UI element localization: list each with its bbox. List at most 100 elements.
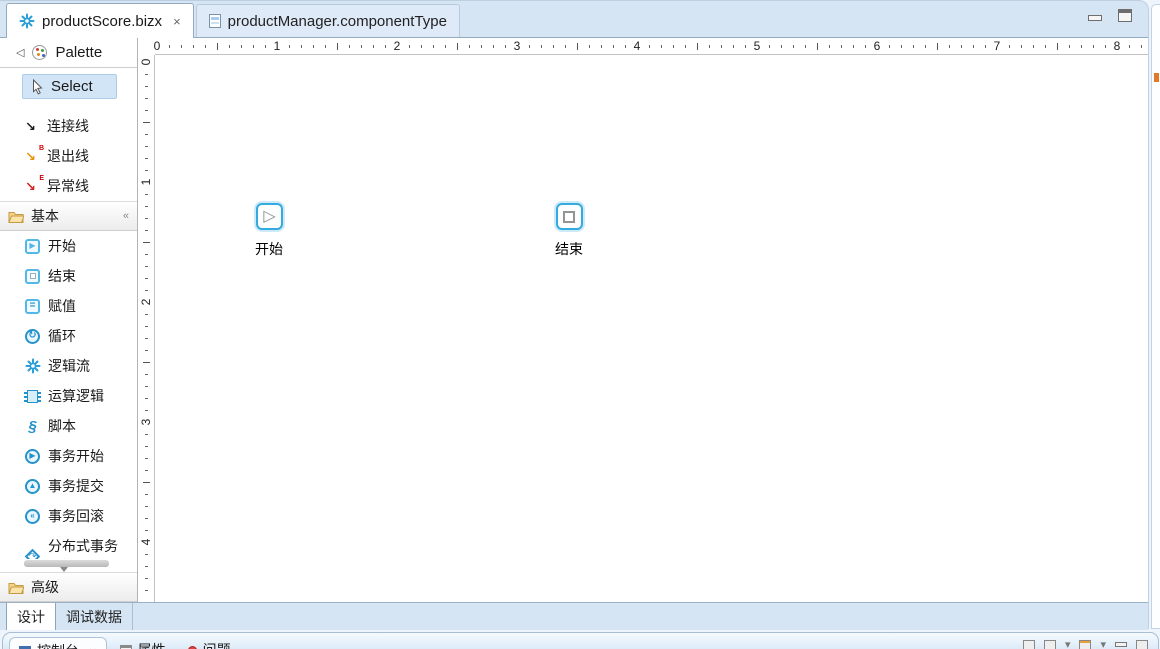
- palette-tool-connection[interactable]: ↘ 连接线: [0, 111, 137, 141]
- item-label: 分布式事务开始: [48, 538, 118, 559]
- select-label: Select: [51, 78, 93, 95]
- editor-window: productScore.bizx × productManager.compo…: [0, 0, 1149, 630]
- dtx-start-icon: ↷: [24, 548, 41, 559]
- ruler-number: 1: [139, 175, 153, 189]
- editor-tabbar: productScore.bizx × productManager.compo…: [0, 1, 1148, 38]
- tab-label: 设计: [17, 608, 45, 625]
- ruler-number: 3: [511, 39, 523, 54]
- item-label: 事务开始: [48, 448, 104, 464]
- palette-group-advanced[interactable]: 高级: [0, 572, 137, 602]
- tool-label: 异常线: [47, 178, 89, 194]
- tab-label: productManager.componentType: [227, 12, 447, 30]
- palette-item-logicflow[interactable]: 逻辑流: [0, 351, 137, 381]
- item-label: 循环: [48, 328, 76, 344]
- pin-console-icon[interactable]: [1022, 639, 1035, 649]
- vertical-ruler[interactable]: 0 1 2 3 4: [138, 55, 155, 602]
- palette-tool-exit-line[interactable]: ↘ B 退出线: [0, 141, 137, 171]
- palette-item-tx-start[interactable]: ▶ 事务开始: [0, 441, 137, 471]
- logicflow-icon: [24, 358, 41, 375]
- end-node-icon: [555, 203, 583, 230]
- tx-commit-icon: ▲: [24, 478, 41, 495]
- node-end[interactable]: 结束: [529, 203, 609, 259]
- tab-productscore[interactable]: productScore.bizx ×: [6, 3, 194, 38]
- cursor-icon: [33, 78, 43, 94]
- palette-item-tx-commit[interactable]: ▲ 事务提交: [0, 471, 137, 501]
- ruler-number: 8: [1111, 39, 1123, 54]
- item-label: 逻辑流: [48, 358, 90, 374]
- ruler-number: 0: [139, 55, 153, 69]
- palette-item-tx-rollback[interactable]: « 事务回滚: [0, 501, 137, 531]
- palette-tool-exception-line[interactable]: ↘ E 异常线: [0, 171, 137, 201]
- ruler-number: 4: [139, 535, 153, 549]
- tab-design[interactable]: 设计: [6, 603, 56, 630]
- tab-debug-data[interactable]: 调试数据: [56, 603, 133, 630]
- chip-icon: [24, 388, 41, 405]
- palette-item-script[interactable]: § 脚本: [0, 411, 137, 441]
- palette-item-start[interactable]: ▶ 开始: [0, 231, 137, 261]
- collapsed-view-icon: [1154, 73, 1159, 82]
- item-label: 事务提交: [48, 478, 104, 494]
- display-selected-console-icon[interactable]: [1043, 639, 1056, 649]
- start-node-icon: ▷: [255, 203, 283, 230]
- open-console-icon[interactable]: [1079, 639, 1092, 649]
- item-label: 脚本: [48, 418, 76, 434]
- dropdown-icon[interactable]: ▾: [1065, 638, 1071, 649]
- editor-body: ◁ Palette Select ↘ 连接线 ↘ B 退出线 ↘ E 异常线 基…: [0, 38, 1148, 602]
- item-label: 事务回滚: [48, 508, 104, 524]
- ruler-number: 2: [391, 39, 403, 54]
- tab-problems[interactable]: 问题: [179, 637, 240, 649]
- group-label: 高级: [31, 579, 59, 595]
- ruler-number: 3: [139, 415, 153, 429]
- palette-title: Palette: [55, 44, 103, 61]
- connection-line-icon: ↘: [25, 118, 36, 134]
- ruler-number: 0: [151, 39, 163, 54]
- tab-label: 问题: [203, 640, 231, 649]
- item-label: 运算逻辑: [48, 388, 104, 404]
- palette-scroll-area: Select ↘ 连接线 ↘ B 退出线 ↘ E 异常线 基本 « ▶ 开始 结…: [0, 68, 137, 559]
- file-icon: [208, 14, 221, 28]
- horizontal-ruler[interactable]: 0 1 2 3 4 5 6 7 8: [151, 38, 1148, 55]
- tab-label: productScore.bizx: [42, 12, 163, 30]
- ruler-number: 2: [139, 295, 153, 309]
- minimize-icon[interactable]: [1088, 15, 1102, 21]
- maximize-icon[interactable]: [1136, 639, 1148, 649]
- tab-console[interactable]: 控制台 ×: [9, 637, 107, 649]
- bottom-panel-tabs: 控制台 × 属性 问题: [9, 637, 240, 649]
- properties-icon: [119, 645, 132, 649]
- folder-icon: [8, 582, 24, 594]
- dropdown-icon[interactable]: ▾: [1100, 638, 1106, 649]
- palette-item-loop[interactable]: ↻ 循环: [0, 321, 137, 351]
- tab-label: 属性: [138, 640, 166, 649]
- node-start[interactable]: ▷ 开始: [229, 203, 309, 259]
- node-label: 开始: [255, 241, 283, 257]
- ruler-number: 6: [871, 39, 883, 54]
- right-collapsed-panel[interactable]: [1151, 4, 1160, 629]
- exit-line-icon: ↘ B: [25, 144, 44, 164]
- tool-label: 退出线: [47, 148, 89, 164]
- folder-icon: [8, 211, 24, 223]
- tab-properties[interactable]: 属性: [111, 637, 175, 649]
- minimize-icon[interactable]: [1115, 642, 1127, 647]
- pin-icon[interactable]: «: [123, 210, 129, 222]
- bottom-view-panel: 控制台 × 属性 问题 ▾ ▾: [2, 632, 1159, 649]
- palette-item-dtx-start[interactable]: ↷ 分布式事务开始: [0, 531, 137, 559]
- loop-icon: ↻: [24, 328, 41, 345]
- palette-scroll-down[interactable]: [0, 559, 137, 572]
- palette-group-basic[interactable]: 基本 «: [0, 201, 137, 231]
- flow-canvas[interactable]: ▷ 开始 结束: [155, 55, 1148, 602]
- palette-item-compute-logic[interactable]: 运算逻辑: [0, 381, 137, 411]
- ruler-number: 7: [991, 39, 1003, 54]
- palette-select-tool[interactable]: Select: [22, 74, 117, 99]
- tx-rollback-icon: «: [24, 508, 41, 525]
- ruler-number: 4: [631, 39, 643, 54]
- palette-header[interactable]: ◁ Palette: [0, 38, 137, 68]
- item-label: 结束: [48, 268, 76, 284]
- palette-item-end[interactable]: 结束: [0, 261, 137, 291]
- palette-item-assign[interactable]: = 赋值: [0, 291, 137, 321]
- maximize-icon[interactable]: [1118, 9, 1132, 22]
- close-icon[interactable]: ×: [173, 14, 181, 29]
- tab-productmanager[interactable]: productManager.componentType: [195, 4, 460, 37]
- tx-start-icon: ▶: [24, 448, 41, 465]
- close-icon[interactable]: ×: [89, 644, 97, 649]
- chevron-left-icon[interactable]: ◁: [16, 46, 24, 59]
